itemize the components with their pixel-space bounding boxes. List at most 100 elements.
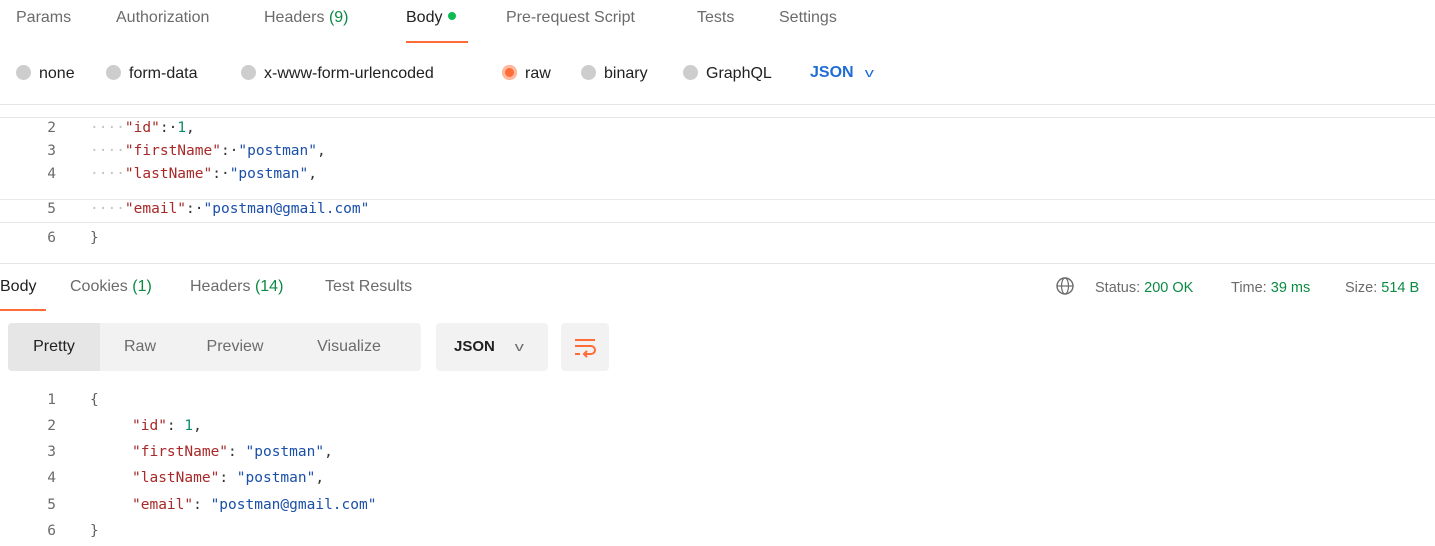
radio-icon[interactable] xyxy=(683,65,698,80)
tab-authorization[interactable]: Authorization xyxy=(116,9,209,27)
view-raw-button[interactable]: Raw xyxy=(100,323,180,371)
mode-form-data-label: form-data xyxy=(129,65,198,82)
code-line: 2 ····"id":·1, xyxy=(0,120,1435,142)
line-number: 1 xyxy=(47,392,56,408)
body-modified-dot-icon xyxy=(448,12,457,20)
tab-tests[interactable]: Tests xyxy=(697,9,734,27)
chevron-down-icon: v xyxy=(864,65,874,80)
line-number: 2 xyxy=(47,120,56,136)
view-pretty-button[interactable]: Pretty xyxy=(8,323,100,371)
mode-graphql[interactable]: GraphQL xyxy=(683,65,772,83)
code-brace: { xyxy=(90,392,99,408)
body-language-label: JSON xyxy=(810,64,854,81)
code-line: 2 "id": 1, xyxy=(0,418,1435,440)
chevron-down-icon: v xyxy=(514,339,524,354)
response-format-dropdown[interactable]: JSON v xyxy=(436,323,548,371)
tab-headers-count: (9) xyxy=(328,9,349,26)
code-line: 4 "lastName": "postman", xyxy=(0,470,1435,492)
body-language-dropdown[interactable]: JSON v xyxy=(810,64,874,82)
code-line: 6 } xyxy=(0,230,1435,252)
line-number: 6 xyxy=(47,230,56,246)
tab-headers-label: Headers xyxy=(264,9,325,26)
status-value: 200 OK xyxy=(1144,280,1194,296)
response-tab-headers-count: (14) xyxy=(254,278,284,295)
tab-pre-request-script[interactable]: Pre-request Script xyxy=(506,9,635,27)
request-tabs: Params Authorization Headers (9) Body Pr… xyxy=(0,0,1435,50)
response-tab-headers-label: Headers xyxy=(190,278,251,295)
active-tab-indicator xyxy=(406,41,468,43)
mode-none-label: none xyxy=(39,65,75,82)
tab-headers[interactable]: Headers (9) xyxy=(264,9,349,27)
response-tab-cookies-count: (1) xyxy=(132,278,152,295)
divider xyxy=(0,104,1435,105)
radio-icon[interactable] xyxy=(16,65,31,80)
code-text: "firstName": "postman", xyxy=(132,444,333,460)
line-number: 3 xyxy=(47,444,56,460)
time-label: Time: xyxy=(1231,280,1267,296)
radio-selected-icon[interactable] xyxy=(502,65,517,80)
radio-icon[interactable] xyxy=(581,65,596,80)
time-group[interactable]: Time: 39 ms xyxy=(1231,280,1310,296)
mode-graphql-label: GraphQL xyxy=(706,65,772,82)
mode-raw[interactable]: raw xyxy=(502,65,551,83)
wrap-lines-icon xyxy=(575,339,596,358)
divider xyxy=(0,263,1435,264)
code-line: 5 "email": "postman@gmail.com" xyxy=(0,497,1435,519)
code-line: 1 { xyxy=(0,392,1435,414)
response-tab-test-results[interactable]: Test Results xyxy=(325,278,412,296)
mode-form-data[interactable]: form-data xyxy=(106,65,197,83)
response-tab-headers[interactable]: Headers (14) xyxy=(190,278,283,296)
line-number: 4 xyxy=(47,166,56,182)
view-visualize-button[interactable]: Visualize xyxy=(290,323,408,371)
response-active-tab-indicator xyxy=(0,309,46,311)
tab-settings[interactable]: Settings xyxy=(779,9,837,27)
line-number: 6 xyxy=(47,523,56,539)
globe-icon[interactable] xyxy=(1055,276,1075,296)
line-number: 5 xyxy=(47,497,56,513)
response-view-toggle: Pretty Raw Preview Visualize xyxy=(8,323,421,371)
code-line: 3 ····"firstName":·"postman", xyxy=(0,143,1435,165)
mode-binary-label: binary xyxy=(604,65,648,82)
status-group[interactable]: Status: 200 OK xyxy=(1095,280,1193,296)
mode-binary[interactable]: binary xyxy=(581,65,648,83)
code-line: 6 } xyxy=(0,523,1435,545)
size-value: 514 B xyxy=(1381,280,1420,296)
radio-icon[interactable] xyxy=(241,65,256,80)
mode-urlencoded-label: x-www-form-urlencoded xyxy=(264,65,434,82)
mode-urlencoded[interactable]: x-www-form-urlencoded xyxy=(241,65,434,83)
code-brace: } xyxy=(90,523,99,539)
code-line-current: 5 ····"email":·"postman@gmail.com" xyxy=(0,199,1435,223)
response-tab-cookies[interactable]: Cookies (1) xyxy=(70,278,152,296)
code-text: "email": "postman@gmail.com" xyxy=(132,497,377,513)
size-group[interactable]: Size: 514 B xyxy=(1345,280,1419,296)
code-text: ····"id":·1, xyxy=(90,120,195,136)
status-label: Status: xyxy=(1095,280,1141,296)
response-tab-cookies-label: Cookies xyxy=(70,278,128,295)
tab-body[interactable]: Body xyxy=(406,9,457,27)
view-preview-button[interactable]: Preview xyxy=(180,323,290,371)
code-text: ····"lastName":·"postman", xyxy=(90,166,318,182)
mode-raw-label: raw xyxy=(525,65,551,82)
code-line: 3 "firstName": "postman", xyxy=(0,444,1435,466)
mode-none[interactable]: none xyxy=(16,65,75,83)
body-mode-selector: none form-data x-www-form-urlencoded raw… xyxy=(0,60,1435,92)
divider xyxy=(0,117,1435,118)
response-tab-body[interactable]: Body xyxy=(0,278,36,296)
size-label: Size: xyxy=(1345,280,1378,296)
tab-params[interactable]: Params xyxy=(16,9,71,27)
line-number: 3 xyxy=(47,143,56,159)
code-text: ····"firstName":·"postman", xyxy=(90,143,326,159)
radio-icon[interactable] xyxy=(106,65,121,80)
time-value: 39 ms xyxy=(1270,280,1311,296)
line-number: 5 xyxy=(47,201,56,217)
tab-body-label: Body xyxy=(406,9,443,26)
wrap-lines-button[interactable] xyxy=(561,323,609,371)
code-line: 4 ····"lastName":·"postman", xyxy=(0,166,1435,188)
line-number: 2 xyxy=(47,418,56,434)
code-text: ····"email":·"postman@gmail.com" xyxy=(90,201,370,217)
code-brace: } xyxy=(90,230,99,246)
line-number: 4 xyxy=(47,470,56,486)
code-text: "lastName": "postman", xyxy=(132,470,325,486)
response-format-label: JSON xyxy=(454,338,495,355)
code-text: "id": 1, xyxy=(132,418,202,434)
